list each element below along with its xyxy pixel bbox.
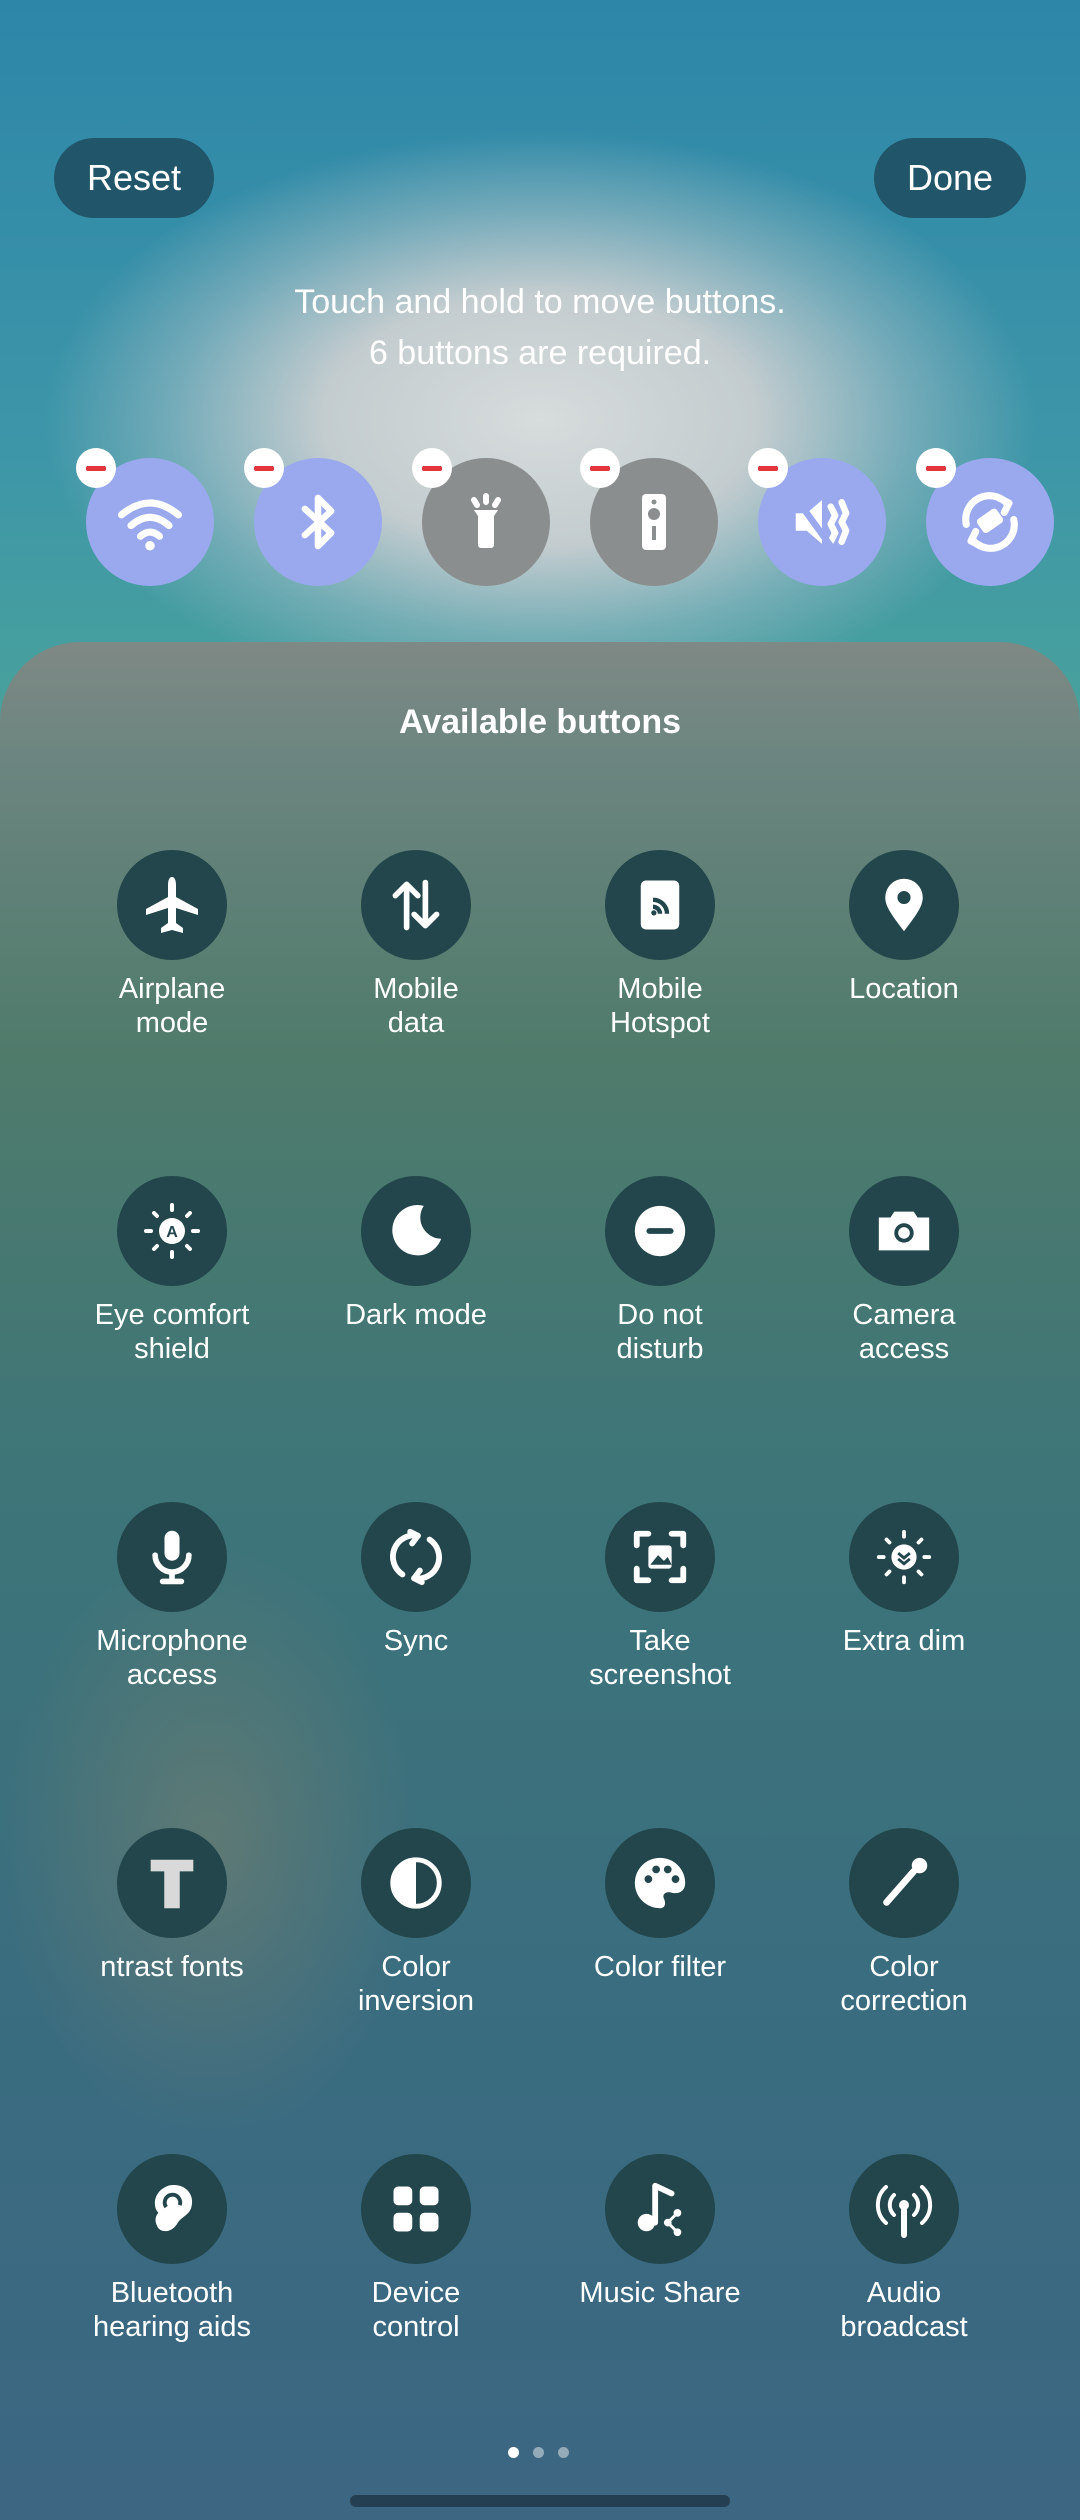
available-button-moon[interactable]: Dark mode: [296, 1176, 536, 1332]
available-button-hearing-aid[interactable]: Bluetooth hearing aids: [52, 2154, 292, 2344]
button-label: Sync: [383, 1625, 449, 1657]
available-button-airplane[interactable]: Airplane mode: [52, 850, 292, 1040]
button-label: Mobile Hotspot: [610, 973, 710, 1039]
button-label: Color correction: [840, 1951, 968, 2017]
available-button-hotspot[interactable]: Mobile Hotspot: [540, 850, 780, 1040]
page-dot[interactable]: [558, 2447, 569, 2458]
button-label: Eye comfort shield: [94, 1299, 250, 1365]
page-dot[interactable]: [508, 2447, 519, 2458]
screenshot-icon: [605, 1502, 715, 1612]
text-icon: [117, 1828, 227, 1938]
available-button-device-control[interactable]: Device control: [296, 2154, 536, 2344]
active-button-wifi[interactable]: [76, 448, 214, 586]
hearing-aid-icon: [117, 2154, 227, 2264]
available-button-color-inversion[interactable]: Color inversion: [296, 1828, 536, 2018]
hotspot-icon: [605, 850, 715, 960]
button-label: Music Share: [579, 2277, 741, 2309]
color-inversion-icon: [361, 1828, 471, 1938]
button-label: Color inversion: [357, 1951, 475, 2017]
sync-icon: [361, 1502, 471, 1612]
airplane-icon: [117, 850, 227, 960]
eye-comfort-icon: A: [117, 1176, 227, 1286]
svg-text:A: A: [166, 1224, 178, 1241]
required-count-text: 6 buttons are required.: [368, 334, 712, 372]
available-button-location[interactable]: Location: [784, 850, 1024, 1006]
button-label: Do not disturb: [616, 1299, 704, 1365]
mobile-data-icon: [361, 850, 471, 960]
remove-button[interactable]: [76, 448, 116, 488]
active-button-remote[interactable]: [580, 448, 718, 586]
remove-button[interactable]: [412, 448, 452, 488]
available-button-broadcast[interactable]: Audio broadcast: [784, 2154, 1024, 2344]
button-label: Camera access: [852, 1299, 956, 1365]
active-button-bluetooth[interactable]: [244, 448, 382, 586]
music-share-icon: [605, 2154, 715, 2264]
button-label: Device control: [371, 2277, 461, 2343]
page-indicator: [508, 2447, 569, 2458]
page-dot[interactable]: [533, 2447, 544, 2458]
panel-title: Available buttons: [398, 703, 682, 741]
done-button[interactable]: Done: [874, 138, 1026, 218]
instruction-text: Touch and hold to move buttons.: [294, 283, 786, 321]
active-button-sound-vibrate[interactable]: [748, 448, 886, 586]
extra-dim-icon: [849, 1502, 959, 1612]
available-button-extra-dim[interactable]: Extra dim: [784, 1502, 1024, 1658]
available-button-do-not-disturb[interactable]: Do not disturb: [540, 1176, 780, 1366]
available-button-microphone[interactable]: Microphone access: [52, 1502, 292, 1692]
available-button-mobile-data[interactable]: Mobile data: [296, 850, 536, 1040]
button-label: Bluetooth hearing aids: [93, 2277, 251, 2343]
button-label: Take screenshot: [589, 1625, 731, 1691]
available-button-dropper[interactable]: Color correction: [784, 1828, 1024, 2018]
available-button-text[interactable]: ntrast fonts: [52, 1828, 292, 1984]
button-label: Audio broadcast: [840, 2277, 968, 2343]
available-button-sync[interactable]: Sync: [296, 1502, 536, 1658]
available-button-camera[interactable]: Camera access: [784, 1176, 1024, 1366]
location-icon: [849, 850, 959, 960]
button-label: Airplane mode: [118, 973, 226, 1039]
remove-button[interactable]: [580, 448, 620, 488]
button-label: Mobile data: [373, 973, 459, 1039]
palette-icon: [605, 1828, 715, 1938]
broadcast-icon: [849, 2154, 959, 2264]
home-indicator[interactable]: [350, 2495, 730, 2507]
microphone-icon: [117, 1502, 227, 1612]
button-label: Microphone access: [96, 1625, 248, 1691]
available-button-eye-comfort[interactable]: A Eye comfort shield: [52, 1176, 292, 1366]
do-not-disturb-icon: [605, 1176, 715, 1286]
remove-button[interactable]: [916, 448, 956, 488]
button-label: Location: [849, 973, 959, 1005]
dropper-icon: [849, 1828, 959, 1938]
remove-button[interactable]: [244, 448, 284, 488]
active-button-flashlight[interactable]: [412, 448, 550, 586]
device-control-icon: [361, 2154, 471, 2264]
camera-icon: [849, 1176, 959, 1286]
button-label: Extra dim: [842, 1625, 966, 1657]
button-label: Dark mode: [345, 1299, 487, 1331]
available-button-screenshot[interactable]: Take screenshot: [540, 1502, 780, 1692]
button-label: ntrast fonts: [100, 1951, 244, 1983]
active-button-auto-rotate[interactable]: [916, 448, 1054, 586]
button-label: Color filter: [593, 1951, 727, 1983]
available-button-palette[interactable]: Color filter: [540, 1828, 780, 1984]
reset-button[interactable]: Reset: [54, 138, 214, 218]
remove-button[interactable]: [748, 448, 788, 488]
available-button-music-share[interactable]: Music Share: [540, 2154, 780, 2310]
moon-icon: [361, 1176, 471, 1286]
